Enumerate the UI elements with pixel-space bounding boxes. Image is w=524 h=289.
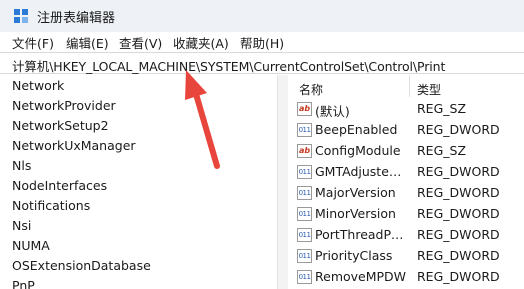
value-row[interactable]: 011 PortThreadPri... REG_DWORD [289, 225, 524, 246]
tree-item-networkuxmanager[interactable]: NetworkUxManager [12, 138, 136, 153]
value-name: PortThreadPri... [315, 227, 407, 242]
binary-value-icon: 011 [297, 123, 312, 137]
value-row[interactable]: 011 PriorityClass REG_DWORD [289, 246, 524, 267]
value-row[interactable]: 011 MinorVersion REG_DWORD [289, 204, 524, 225]
menu-file[interactable]: 文件(F) [12, 33, 54, 52]
column-header-name[interactable]: 名称 [299, 81, 323, 98]
tree-item-nodeinterfaces[interactable]: NodeInterfaces [12, 178, 107, 193]
binary-value-icon: 011 [297, 249, 312, 263]
menu-favorites[interactable]: 收藏夹(A) [173, 33, 229, 52]
key-tree-pane[interactable]: Network NetworkProvider NetworkSetup2 Ne… [0, 75, 276, 289]
value-row[interactable]: ab (默认) REG_SZ [289, 99, 524, 120]
value-row[interactable]: 011 GMTAdjustedF... REG_DWORD [289, 162, 524, 183]
menu-bar: 文件(F) 编辑(E) 查看(V) 收藏夹(A) 帮助(H) [0, 32, 524, 52]
value-type: REG_DWORD [417, 185, 500, 200]
menu-edit[interactable]: 编辑(E) [66, 33, 109, 52]
value-type: REG_SZ [417, 101, 467, 116]
values-pane[interactable]: 名称 类型 ab (默认) REG_SZ 011 BeepEnabled REG… [289, 75, 524, 289]
value-name: MinorVersion [315, 206, 396, 221]
binary-value-icon: 011 [297, 186, 312, 200]
menu-help[interactable]: 帮助(H) [240, 33, 284, 52]
value-row[interactable]: ab ConfigModule REG_SZ [289, 141, 524, 162]
title-bar: 注册表编辑器 [0, 0, 524, 32]
value-row[interactable]: 011 BeepEnabled REG_DWORD [289, 120, 524, 141]
tree-item-numa[interactable]: NUMA [12, 238, 50, 253]
value-name: RemoveMPDW [315, 269, 407, 284]
value-type: REG_DWORD [417, 227, 500, 242]
tree-scrollbar[interactable] [277, 75, 288, 289]
column-header-type[interactable]: 类型 [417, 81, 441, 98]
value-name: GMTAdjustedF... [315, 164, 407, 179]
value-row[interactable]: 011 MajorVersion REG_DWORD [289, 183, 524, 204]
value-row[interactable]: 011 RemoveMPDW REG_DWORD [289, 267, 524, 288]
tree-item-networksetup2[interactable]: NetworkSetup2 [12, 118, 109, 133]
string-value-icon: ab [297, 102, 312, 116]
binary-value-icon: 011 [297, 207, 312, 221]
binary-value-icon: 011 [297, 165, 312, 179]
value-type: REG_DWORD [417, 164, 500, 179]
value-name: (默认) [315, 104, 350, 119]
tree-item-nls[interactable]: Nls [12, 158, 31, 173]
value-name: MajorVersion [315, 185, 396, 200]
tree-item-osextensiondatabase[interactable]: OSExtensionDatabase [12, 258, 151, 273]
window-title: 注册表编辑器 [37, 11, 116, 26]
string-value-icon: ab [297, 144, 312, 158]
value-name: PriorityClass [315, 248, 393, 263]
binary-value-icon: 011 [297, 228, 312, 242]
tree-item-nsi[interactable]: Nsi [12, 218, 31, 233]
value-type: REG_DWORD [417, 269, 500, 284]
tree-item-pnp[interactable]: PnP [12, 278, 35, 289]
binary-value-icon: 011 [297, 270, 312, 284]
value-type: REG_SZ [417, 143, 467, 158]
value-name: ConfigModule [315, 143, 401, 158]
value-type: REG_DWORD [417, 206, 500, 221]
address-bar[interactable]: 计算机\HKEY_LOCAL_MACHINE\SYSTEM\CurrentCon… [0, 52, 524, 74]
tree-item-network[interactable]: Network [12, 78, 64, 93]
value-name: BeepEnabled [315, 122, 398, 137]
address-path[interactable]: 计算机\HKEY_LOCAL_MACHINE\SYSTEM\CurrentCon… [12, 56, 445, 75]
column-separator[interactable] [409, 75, 410, 97]
tree-item-networkprovider[interactable]: NetworkProvider [12, 98, 116, 113]
value-type: REG_DWORD [417, 122, 500, 137]
tree-item-notifications[interactable]: Notifications [12, 198, 90, 213]
value-type: REG_DWORD [417, 248, 500, 263]
menu-view[interactable]: 查看(V) [119, 33, 162, 52]
registry-editor-icon [14, 9, 28, 23]
